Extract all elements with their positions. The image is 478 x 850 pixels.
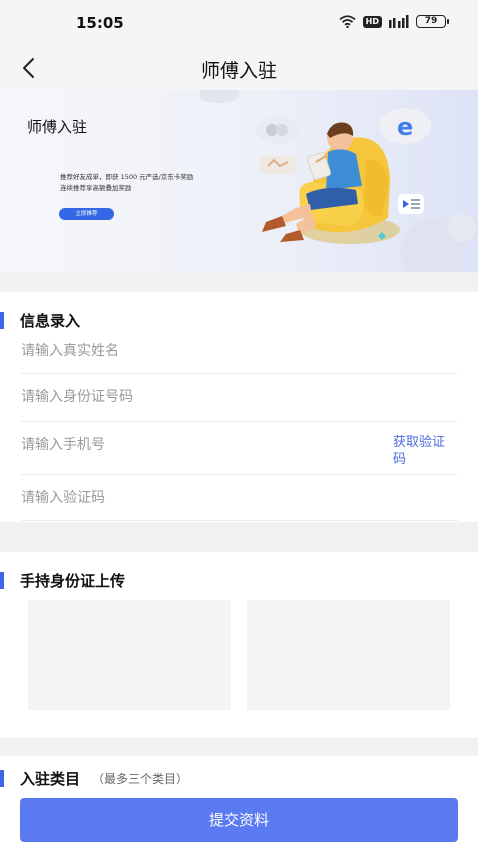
promo-banner[interactable]: 师傅入驻 推荐好友成单，即获 1500 元严选/京东卡奖励 连续推荐享高额叠加奖… xyxy=(0,90,478,272)
banner-illustration: e xyxy=(200,90,476,272)
name-field xyxy=(21,336,458,374)
nav-bar: 师傅入驻 xyxy=(0,46,478,90)
status-icons: HD 79 xyxy=(339,15,449,28)
banner-title: 师傅入驻 xyxy=(27,118,88,136)
wifi-icon xyxy=(339,15,356,28)
category-section-header: 入驻类目 （最多三个类目） xyxy=(0,768,188,789)
section-accent-bar xyxy=(0,312,4,329)
id-section-title: 手持身份证上传 xyxy=(20,572,126,590)
id-upload-slot-2[interactable] xyxy=(247,600,450,710)
info-section: 信息录入 获取验证码 xyxy=(0,292,478,522)
phone-field: 获取验证码 xyxy=(21,430,458,475)
signal-icon xyxy=(389,15,409,28)
page-title: 师傅入驻 xyxy=(200,60,277,82)
id-section-header: 手持身份证上传 xyxy=(0,570,125,591)
category-section-title: 入驻类目 xyxy=(20,770,81,788)
submit-button[interactable]: 提交资料 xyxy=(20,798,458,842)
category-note: （最多三个类目） xyxy=(92,772,189,786)
recommend-button[interactable]: 立即推荐 xyxy=(59,208,114,220)
id-upload-section: 手持身份证上传 xyxy=(0,552,478,738)
phone-input[interactable] xyxy=(21,430,361,460)
status-time: 15:05 xyxy=(76,14,124,32)
status-bar: 15:05 HD 79 xyxy=(0,0,478,46)
code-field xyxy=(21,483,458,521)
section-accent-bar xyxy=(0,770,4,787)
battery-icon: 79 xyxy=(416,15,449,28)
id-number-field xyxy=(21,382,458,422)
svg-text:e: e xyxy=(397,113,413,141)
id-upload-slot-1[interactable] xyxy=(28,600,231,710)
hd-badge: HD xyxy=(362,15,382,28)
info-section-title: 信息录入 xyxy=(20,312,81,330)
name-input[interactable] xyxy=(21,336,361,366)
id-number-input[interactable] xyxy=(21,382,361,412)
code-input[interactable] xyxy=(21,483,361,513)
get-code-button[interactable]: 获取验证码 xyxy=(393,434,455,468)
info-section-header: 信息录入 xyxy=(0,310,80,331)
section-accent-bar xyxy=(0,572,4,589)
